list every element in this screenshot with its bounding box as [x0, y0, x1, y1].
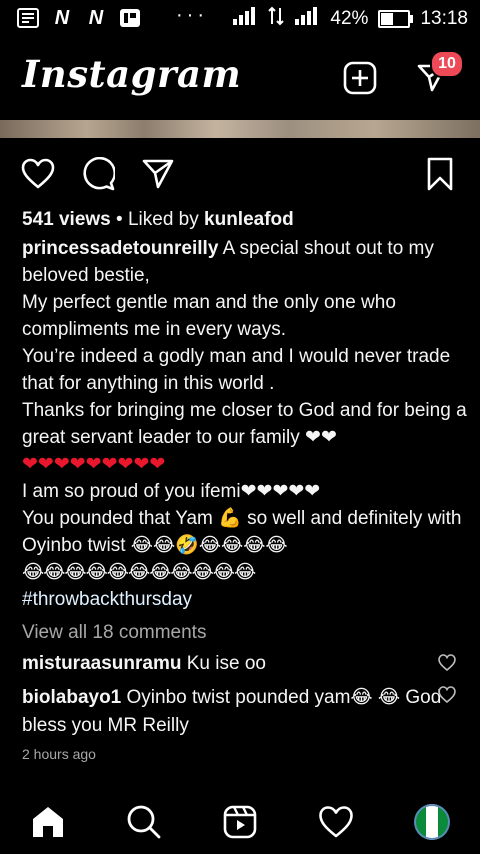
share-button[interactable] — [140, 156, 176, 192]
caption-line: princessadetounreilly A special shout ou… — [22, 235, 468, 289]
app-header: Instagram 10 — [0, 50, 480, 110]
battery-percent: 42% — [330, 8, 369, 29]
liked-by-prefix: • Liked by — [110, 209, 205, 230]
comment-like-icon[interactable] — [438, 654, 456, 672]
views-line: 541 views • Liked by kunleafod — [22, 207, 468, 233]
tab-reels[interactable] — [220, 802, 260, 842]
tab-activity[interactable] — [316, 802, 356, 842]
data-transfer-icon — [268, 6, 285, 32]
save-button[interactable] — [422, 156, 458, 192]
battery-level — [381, 13, 394, 25]
notification-n-icon: N — [54, 6, 70, 29]
avatar — [414, 804, 450, 840]
post-image[interactable] — [0, 120, 480, 138]
post-details: 541 views • Liked by kunleafod princessa… — [22, 207, 468, 613]
post-actions — [0, 152, 480, 196]
plus-square-icon — [343, 61, 377, 95]
liked-by-user[interactable]: kunleafod — [204, 209, 294, 230]
home-icon — [33, 807, 63, 837]
bottom-nav — [0, 790, 480, 854]
caption-line: You pounded that Yam 💪 so well and defin… — [22, 508, 462, 556]
signal-icon — [294, 6, 320, 32]
tab-search[interactable] — [124, 802, 164, 842]
signal-icon — [232, 6, 258, 32]
notification-badge: 10 — [430, 50, 464, 78]
comment-username[interactable]: biolabayo1 — [22, 687, 121, 708]
new-post-button[interactable] — [340, 58, 380, 98]
comment-username[interactable]: misturaasunramu — [22, 653, 181, 674]
comment-like-icon[interactable] — [438, 686, 456, 704]
views-count[interactable]: 541 views — [22, 209, 111, 230]
reels-icon — [223, 805, 257, 839]
caption-emoji-line: 😂😂😂😂😂😂😂😂😂😂😂 — [22, 562, 256, 583]
tab-home[interactable] — [28, 802, 68, 842]
bookmark-icon — [427, 157, 453, 191]
search-icon — [127, 805, 161, 839]
heart-icon — [21, 158, 55, 189]
caption-hearts-line: ❤❤❤❤❤❤❤❤❤ — [22, 454, 166, 475]
status-bar: N N ··· 42% 13:18 — [0, 0, 480, 36]
caption-line: Thanks for bringing me closer to God and… — [22, 400, 467, 448]
comment-item: biolabayo1 Oyinbo twist pounded yam😂 😂 G… — [22, 684, 442, 740]
caption-line: You’re indeed a godly man and I would ne… — [22, 346, 451, 394]
notification-n-icon: N — [88, 6, 104, 29]
view-all-comments-link[interactable]: View all 18 comments — [22, 622, 206, 644]
comment-button[interactable] — [80, 156, 116, 192]
post-timestamp: 2 hours ago — [22, 746, 96, 762]
caption: princessadetounreilly A special shout ou… — [22, 235, 468, 613]
tab-profile[interactable] — [412, 802, 452, 842]
like-button[interactable] — [20, 156, 56, 192]
document-icon — [16, 7, 40, 29]
comment-text: Ku ise oo — [181, 653, 266, 674]
caption-username[interactable]: princessadetounreilly — [22, 238, 218, 259]
battery-icon — [378, 10, 414, 28]
direct-messages-button[interactable]: 10 — [412, 50, 464, 98]
send-icon — [142, 159, 174, 189]
caption-line: I am so proud of you ifemi❤❤❤❤❤ — [22, 481, 321, 502]
caption-line: My perfect gentle man and the only one w… — [22, 292, 396, 340]
heart-icon — [319, 806, 353, 838]
more-notifications: ··· — [176, 4, 208, 26]
hashtag-link[interactable]: #throwbackthursday — [22, 586, 468, 613]
clock: 13:18 — [420, 8, 468, 29]
instagram-logo[interactable]: Instagram — [22, 52, 241, 96]
comment-item: misturaasunramu Ku ise oo — [22, 650, 442, 678]
app-notification-icon — [118, 7, 142, 29]
comment-icon — [83, 157, 115, 191]
